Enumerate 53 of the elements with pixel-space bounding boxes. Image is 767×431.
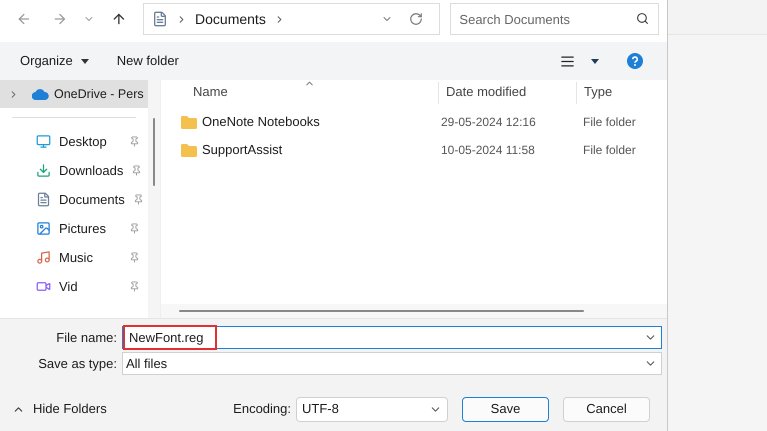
column-header[interactable]: Type xyxy=(577,82,612,104)
horizontal-scrollbar[interactable] xyxy=(161,304,667,318)
search-icon xyxy=(636,12,649,25)
sidebar-item[interactable]: OneDrive - Pers xyxy=(0,80,148,108)
video-icon xyxy=(36,279,51,294)
address-bar[interactable]: Documents xyxy=(143,3,440,35)
monitor-icon xyxy=(36,134,51,149)
file-row[interactable]: SupportAssist 10-05-2024 11:58 File folder xyxy=(161,136,667,164)
encoding-label: Encoding: xyxy=(233,400,291,418)
document-icon xyxy=(152,11,168,27)
sidebar-item[interactable]: Documents xyxy=(0,185,148,214)
folder-icon xyxy=(181,116,197,128)
download-icon xyxy=(36,163,51,178)
encoding-dropdown[interactable]: UTF-8 xyxy=(296,396,448,422)
file-row[interactable]: OneNote Notebooks 29-05-2024 12:16 File folder xyxy=(161,108,667,136)
cloud-icon xyxy=(32,88,49,100)
music-icon xyxy=(36,250,51,265)
file-name: OneNote Notebooks xyxy=(202,113,320,132)
save-button[interactable]: Save xyxy=(462,396,549,422)
type-cell-text: File folder xyxy=(583,142,636,159)
cancel-button[interactable]: Cancel xyxy=(563,396,650,422)
document-icon xyxy=(36,192,51,207)
forward-icon[interactable] xyxy=(52,11,68,27)
back-icon[interactable] xyxy=(16,11,32,27)
organize-button[interactable]: Organize xyxy=(20,51,89,71)
vertical-scrollbar[interactable] xyxy=(148,80,160,318)
column-header[interactable]: Name xyxy=(161,82,439,104)
date-cell-text: 10-05-2024 11:58 xyxy=(440,142,536,159)
caret-icon xyxy=(80,58,89,64)
help-icon[interactable] xyxy=(627,53,643,69)
file-name-label: File name: xyxy=(55,328,118,347)
sidebar-item[interactable]: Desktop xyxy=(0,127,148,156)
caret-icon[interactable] xyxy=(591,58,599,64)
sidebar-item[interactable]: Vid xyxy=(0,272,148,301)
date-cell-text: 29-05-2024 12:16 xyxy=(440,114,537,131)
type-cell-text: File folder xyxy=(583,114,636,131)
search-field[interactable]: Search Documents xyxy=(450,3,659,35)
sidebar-item[interactable]: Music xyxy=(0,243,148,272)
folder-icon xyxy=(181,144,197,156)
hide-folders-button[interactable]: Hide Folders xyxy=(12,399,107,419)
refresh-icon[interactable] xyxy=(409,12,424,26)
save-as-type-dropdown[interactable]: All files xyxy=(122,352,662,375)
sidebar-item[interactable]: Pictures xyxy=(0,214,148,243)
view-icon[interactable] xyxy=(560,54,575,68)
file-name-field[interactable]: NewFont.reg xyxy=(123,325,217,350)
file-name-combobox[interactable]: NewFont.reg xyxy=(122,326,662,349)
column-header[interactable]: Date modified xyxy=(439,82,577,104)
save-as-type-label: Save as type: xyxy=(37,354,118,373)
sidebar-item[interactable]: Downloads xyxy=(0,156,148,185)
breadcrumb[interactable]: Documents xyxy=(195,8,266,30)
file-name: SupportAssist xyxy=(202,141,282,160)
new-folder-button[interactable]: New folder xyxy=(116,51,179,71)
picture-icon xyxy=(36,221,51,236)
